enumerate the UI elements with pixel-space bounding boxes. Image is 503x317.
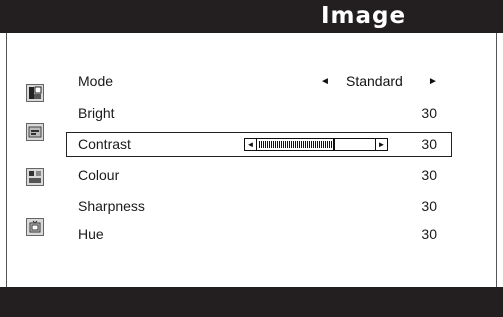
contrast-label[interactable]: Contrast — [78, 136, 131, 152]
mode-label[interactable]: Mode — [78, 73, 113, 89]
contrast-value: 30 — [421, 136, 437, 152]
menu-panel — [6, 33, 497, 287]
mode-next-arrow-icon[interactable]: ► — [428, 76, 438, 87]
slider-fill — [259, 141, 333, 148]
slider-increase-icon[interactable]: ► — [375, 139, 387, 150]
brightness-icon[interactable] — [26, 123, 44, 141]
mode-value[interactable]: Standard — [346, 73, 403, 89]
colour-value: 30 — [421, 167, 437, 183]
bottom-bar — [0, 287, 503, 317]
slider-track[interactable] — [259, 139, 379, 150]
color-adjust-icon[interactable] — [26, 168, 44, 186]
colour-label[interactable]: Colour — [78, 167, 119, 183]
hue-value: 30 — [421, 226, 437, 242]
page-title: Image — [321, 3, 407, 29]
title-bar: Image — [0, 0, 503, 33]
contrast-slider[interactable]: ◄ ► — [244, 138, 388, 151]
sharpness-value: 30 — [421, 198, 437, 214]
picture-mode-icon[interactable] — [26, 84, 44, 102]
tint-icon[interactable] — [26, 218, 44, 236]
bright-label[interactable]: Bright — [78, 105, 115, 121]
slider-decrease-icon[interactable]: ◄ — [245, 139, 257, 150]
mode-prev-arrow-icon[interactable]: ◄ — [320, 76, 330, 87]
bright-value: 30 — [421, 105, 437, 121]
sharpness-label[interactable]: Sharpness — [78, 198, 145, 214]
slider-knob[interactable] — [333, 139, 335, 150]
hue-label[interactable]: Hue — [78, 226, 104, 242]
